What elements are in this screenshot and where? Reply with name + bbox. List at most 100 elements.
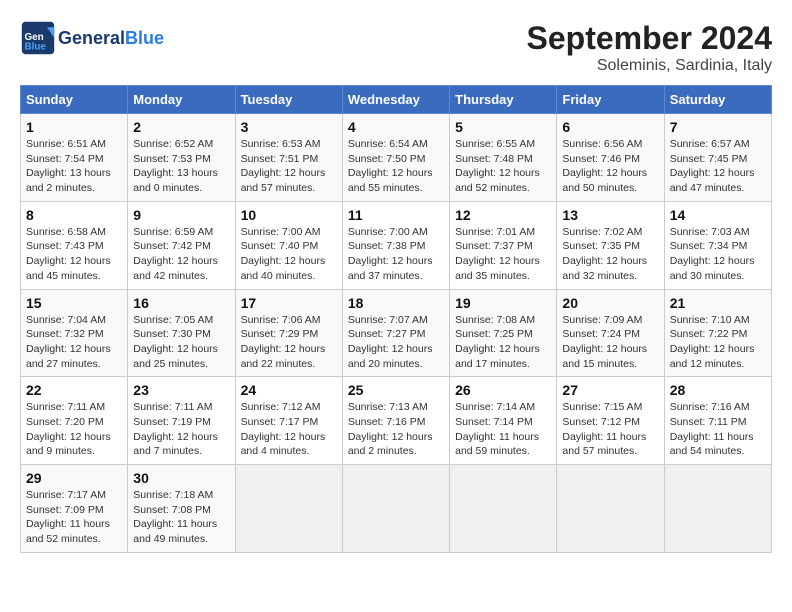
calendar-cell	[664, 465, 771, 553]
day-info: Sunrise: 6:58 AMSunset: 7:43 PMDaylight:…	[26, 225, 122, 284]
calendar-cell: 21Sunrise: 7:10 AMSunset: 7:22 PMDayligh…	[664, 289, 771, 377]
calendar-cell: 15 Sunrise: 7:04 AMSunset: 7:32 PMDayligh…	[21, 289, 128, 377]
calendar-cell: 26 Sunrise: 7:14 AMSunset: 7:14 PMDayligh…	[450, 377, 557, 465]
calendar-week-row: 29 Sunrise: 7:17 AMSunset: 7:09 PMDayligh…	[21, 465, 772, 553]
calendar-cell: 22 Sunrise: 7:11 AMSunset: 7:20 PMDayligh…	[21, 377, 128, 465]
calendar-cell	[235, 465, 342, 553]
calendar-cell: 25 Sunrise: 7:13 AMSunset: 7:16 PMDayligh…	[342, 377, 449, 465]
day-info: Sunrise: 7:11 AMSunset: 7:20 PMDaylight:…	[26, 400, 122, 459]
column-header-saturday: Saturday	[664, 86, 771, 114]
calendar-cell: 18Sunrise: 7:07 AMSunset: 7:27 PMDayligh…	[342, 289, 449, 377]
column-header-monday: Monday	[128, 86, 235, 114]
calendar-cell: 11 Sunrise: 7:00 AMSunset: 7:38 PMDayligh…	[342, 201, 449, 289]
day-info: Sunrise: 7:04 AMSunset: 7:32 PMDaylight:…	[26, 313, 122, 372]
calendar-cell: 23 Sunrise: 7:11 AMSunset: 7:19 PMDayligh…	[128, 377, 235, 465]
day-number: 14	[670, 207, 766, 223]
day-number: 25	[348, 382, 444, 398]
day-number: 29	[26, 470, 122, 486]
column-header-tuesday: Tuesday	[235, 86, 342, 114]
day-number: 10	[241, 207, 337, 223]
calendar-cell: 7 Sunrise: 6:57 AMSunset: 7:45 PMDaylight…	[664, 114, 771, 202]
calendar-week-row: 8 Sunrise: 6:58 AMSunset: 7:43 PMDaylight…	[21, 201, 772, 289]
day-info: Sunrise: 6:55 AMSunset: 7:48 PMDaylight:…	[455, 137, 551, 196]
day-number: 24	[241, 382, 337, 398]
calendar-cell: 29 Sunrise: 7:17 AMSunset: 7:09 PMDayligh…	[21, 465, 128, 553]
calendar-cell: 9 Sunrise: 6:59 AMSunset: 7:42 PMDaylight…	[128, 201, 235, 289]
day-info: Sunrise: 7:14 AMSunset: 7:14 PMDaylight:…	[455, 400, 551, 459]
day-number: 28	[670, 382, 766, 398]
day-info: Sunrise: 7:12 AMSunset: 7:17 PMDaylight:…	[241, 400, 337, 459]
calendar-cell: 17 Sunrise: 7:06 AMSunset: 7:29 PMDayligh…	[235, 289, 342, 377]
day-info: Sunrise: 7:18 AMSunset: 7:08 PMDaylight:…	[133, 488, 229, 547]
day-info: Sunrise: 6:54 AMSunset: 7:50 PMDaylight:…	[348, 137, 444, 196]
day-info: Sunrise: 7:11 AMSunset: 7:19 PMDaylight:…	[133, 400, 229, 459]
day-number: 26	[455, 382, 551, 398]
day-info: Sunrise: 7:06 AMSunset: 7:29 PMDaylight:…	[241, 313, 337, 372]
page-header: Gen Blue GeneralBlue September 2024 Sole…	[20, 20, 772, 75]
calendar-cell: 1 Sunrise: 6:51 AMSunset: 7:54 PMDaylight…	[21, 114, 128, 202]
day-number: 3	[241, 119, 337, 135]
day-info: Sunrise: 7:07 AMSunset: 7:27 PMDaylight:…	[348, 313, 444, 372]
day-info: Sunrise: 6:56 AMSunset: 7:46 PMDaylight:…	[562, 137, 658, 196]
calendar-cell	[557, 465, 664, 553]
day-number: 17	[241, 295, 337, 311]
logo-blue-text: Blue	[125, 28, 164, 48]
calendar-cell: 14Sunrise: 7:03 AMSunset: 7:34 PMDayligh…	[664, 201, 771, 289]
day-info: Sunrise: 7:17 AMSunset: 7:09 PMDaylight:…	[26, 488, 122, 547]
day-number: 23	[133, 382, 229, 398]
day-number: 11	[348, 207, 444, 223]
calendar-cell	[342, 465, 449, 553]
calendar-cell: 2 Sunrise: 6:52 AMSunset: 7:53 PMDaylight…	[128, 114, 235, 202]
day-number: 27	[562, 382, 658, 398]
logo-icon: Gen Blue	[20, 20, 56, 56]
column-header-friday: Friday	[557, 86, 664, 114]
svg-text:Blue: Blue	[25, 42, 47, 53]
day-info: Sunrise: 7:01 AMSunset: 7:37 PMDaylight:…	[455, 225, 551, 284]
day-number: 9	[133, 207, 229, 223]
day-number: 8	[26, 207, 122, 223]
day-number: 16	[133, 295, 229, 311]
day-info: Sunrise: 6:53 AMSunset: 7:51 PMDaylight:…	[241, 137, 337, 196]
day-number: 22	[26, 382, 122, 398]
calendar-cell: 20 Sunrise: 7:09 AMSunset: 7:24 PMDayligh…	[557, 289, 664, 377]
day-info: Sunrise: 7:15 AMSunset: 7:12 PMDaylight:…	[562, 400, 658, 459]
day-number: 1	[26, 119, 122, 135]
day-info: Sunrise: 7:13 AMSunset: 7:16 PMDaylight:…	[348, 400, 444, 459]
day-number: 30	[133, 470, 229, 486]
calendar-week-row: 15 Sunrise: 7:04 AMSunset: 7:32 PMDayligh…	[21, 289, 772, 377]
day-info: Sunrise: 7:08 AMSunset: 7:25 PMDaylight:…	[455, 313, 551, 372]
day-number: 6	[562, 119, 658, 135]
day-number: 15	[26, 295, 122, 311]
day-number: 2	[133, 119, 229, 135]
day-info: Sunrise: 6:57 AMSunset: 7:45 PMDaylight:…	[670, 137, 766, 196]
day-info: Sunrise: 6:52 AMSunset: 7:53 PMDaylight:…	[133, 137, 229, 196]
day-number: 5	[455, 119, 551, 135]
logo: Gen Blue GeneralBlue	[20, 20, 164, 56]
day-info: Sunrise: 7:05 AMSunset: 7:30 PMDaylight:…	[133, 313, 229, 372]
calendar-week-row: 1 Sunrise: 6:51 AMSunset: 7:54 PMDaylight…	[21, 114, 772, 202]
page-title: September 2024	[527, 20, 772, 57]
column-header-wednesday: Wednesday	[342, 86, 449, 114]
day-number: 7	[670, 119, 766, 135]
calendar-cell: 6 Sunrise: 6:56 AMSunset: 7:46 PMDaylight…	[557, 114, 664, 202]
calendar-cell: 24 Sunrise: 7:12 AMSunset: 7:17 PMDayligh…	[235, 377, 342, 465]
day-info: Sunrise: 7:09 AMSunset: 7:24 PMDaylight:…	[562, 313, 658, 372]
day-info: Sunrise: 7:00 AMSunset: 7:38 PMDaylight:…	[348, 225, 444, 284]
day-number: 19	[455, 295, 551, 311]
calendar-cell: 16 Sunrise: 7:05 AMSunset: 7:30 PMDayligh…	[128, 289, 235, 377]
page-subtitle: Soleminis, Sardinia, Italy	[527, 57, 772, 75]
calendar-cell: 30 Sunrise: 7:18 AMSunset: 7:08 PMDayligh…	[128, 465, 235, 553]
day-info: Sunrise: 6:51 AMSunset: 7:54 PMDaylight:…	[26, 137, 122, 196]
logo-general-text: General	[58, 28, 125, 48]
day-info: Sunrise: 6:59 AMSunset: 7:42 PMDaylight:…	[133, 225, 229, 284]
day-number: 12	[455, 207, 551, 223]
title-block: September 2024 Soleminis, Sardinia, Ital…	[527, 20, 772, 75]
calendar-cell: 12 Sunrise: 7:01 AMSunset: 7:37 PMDayligh…	[450, 201, 557, 289]
column-header-sunday: Sunday	[21, 86, 128, 114]
day-number: 20	[562, 295, 658, 311]
calendar-cell: 10Sunrise: 7:00 AMSunset: 7:40 PMDayligh…	[235, 201, 342, 289]
calendar-cell: 4Sunrise: 6:54 AMSunset: 7:50 PMDaylight…	[342, 114, 449, 202]
calendar-cell: 3 Sunrise: 6:53 AMSunset: 7:51 PMDaylight…	[235, 114, 342, 202]
day-number: 21	[670, 295, 766, 311]
column-header-thursday: Thursday	[450, 86, 557, 114]
